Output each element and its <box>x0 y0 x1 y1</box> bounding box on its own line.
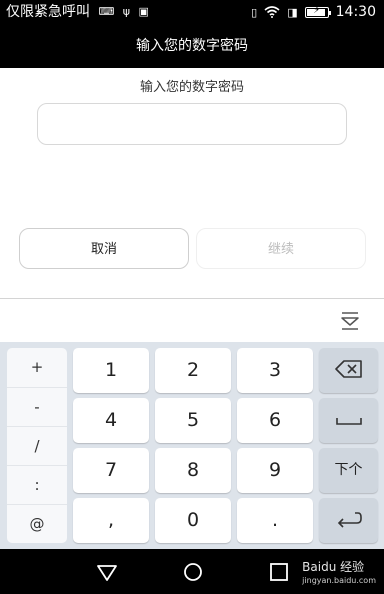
enter-key[interactable] <box>319 498 378 543</box>
key-8[interactable]: 8 <box>155 448 231 493</box>
image-icon: ▣ <box>138 5 149 18</box>
home-icon[interactable] <box>182 561 204 583</box>
next-key[interactable]: 下个 <box>319 448 378 493</box>
symbol-key-slash[interactable]: / <box>7 426 67 465</box>
keyboard-icon: ⌨ <box>98 5 115 18</box>
key-6[interactable]: 6 <box>237 398 313 443</box>
recents-icon[interactable] <box>268 561 290 583</box>
backspace-key[interactable] <box>319 348 378 393</box>
key-4[interactable]: 4 <box>73 398 149 443</box>
pin-input[interactable] <box>37 103 347 145</box>
key-2[interactable]: 2 <box>155 348 231 393</box>
status-bar: 仅限紧急呼叫 ⌨ ψ ▣ ▯ ◨ ⚡ 14:30 <box>0 0 384 24</box>
keyboard-hide-icon[interactable] <box>340 309 360 333</box>
numeric-keyboard: + - / : @ 1 2 3 4 5 6 7 8 9 , 0 . 下个 <box>0 342 384 549</box>
symbol-key-minus[interactable]: - <box>7 387 67 426</box>
key-3[interactable]: 3 <box>237 348 313 393</box>
key-0[interactable]: 0 <box>155 498 231 543</box>
navigation-bar: Baidu 经验 jingyan.baidu.com <box>0 549 384 594</box>
key-1[interactable]: 1 <box>73 348 149 393</box>
key-period[interactable]: . <box>237 498 313 543</box>
usb-icon: ψ <box>122 5 131 18</box>
enter-icon <box>337 512 362 528</box>
status-left: 仅限紧急呼叫 ⌨ ψ ▣ <box>6 3 149 21</box>
wifi-icon <box>264 6 280 18</box>
symbol-key-at[interactable]: @ <box>7 504 67 543</box>
sim-icon: ◨ <box>287 5 298 19</box>
continue-button[interactable]: 继续 <box>196 228 366 269</box>
baidu-watermark: Baidu 经验 jingyan.baidu.com <box>302 561 376 587</box>
symbol-key-colon[interactable]: : <box>7 465 67 504</box>
battery-charging-icon: ⚡ <box>304 5 331 18</box>
watermark-sub: jingyan.baidu.com <box>302 576 376 585</box>
cancel-button[interactable]: 取消 <box>19 228 189 269</box>
key-7[interactable]: 7 <box>73 448 149 493</box>
status-right: ▯ ◨ ⚡ 14:30 <box>251 3 376 21</box>
back-icon[interactable] <box>96 561 118 583</box>
watermark-main: Baidu 经验 <box>302 560 365 574</box>
backspace-icon <box>334 360 362 378</box>
keyboard-toolbar <box>0 298 384 342</box>
space-key[interactable] <box>319 398 378 443</box>
status-time: 14:30 <box>335 4 376 20</box>
key-comma[interactable]: , <box>73 498 149 543</box>
page-title: 输入您的数字密码 <box>136 38 248 54</box>
key-5[interactable]: 5 <box>155 398 231 443</box>
symbol-key-plus[interactable]: + <box>7 348 67 387</box>
pin-prompt: 输入您的数字密码 <box>139 80 244 95</box>
space-icon <box>335 418 362 425</box>
title-bar: 输入您的数字密码 <box>0 24 384 68</box>
vibrate-icon: ▯ <box>251 5 258 19</box>
symbol-column: + - / : @ <box>7 348 67 543</box>
key-9[interactable]: 9 <box>237 448 313 493</box>
emergency-calls-only-text: 仅限紧急呼叫 <box>6 4 90 20</box>
